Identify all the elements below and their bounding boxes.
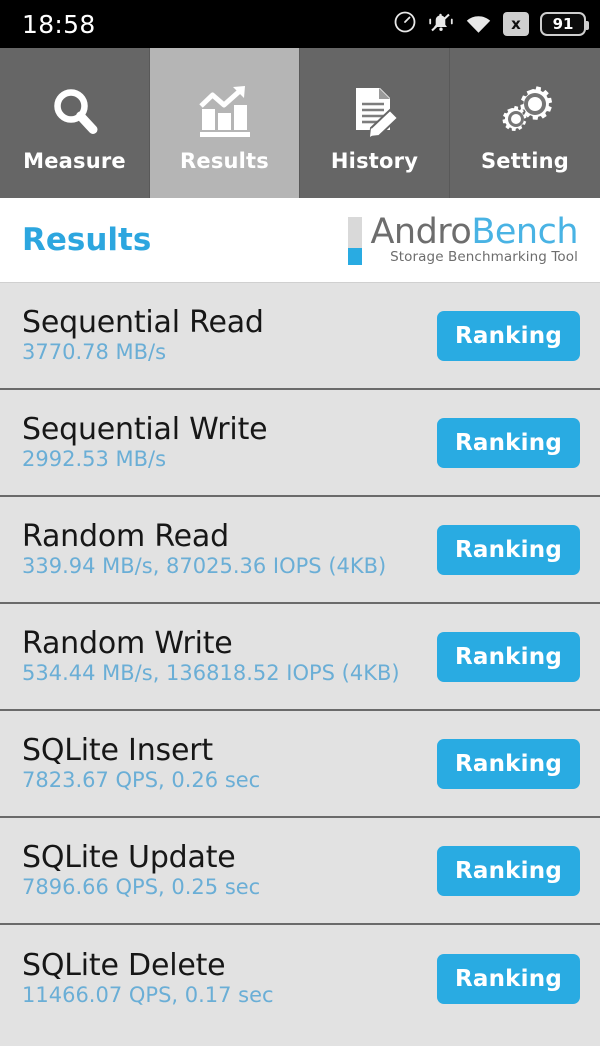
status-bar: 18:58 x 91 <box>0 0 600 48</box>
status-clock: 18:58 <box>22 9 96 39</box>
tab-history[interactable]: History <box>300 48 450 198</box>
result-text-group: SQLite Insert 7823.67 QPS, 0.26 sec <box>22 735 437 793</box>
result-value: 3770.78 MB/s <box>22 340 167 365</box>
ranking-button[interactable]: Ranking <box>436 310 580 361</box>
result-value: 11466.07 QPS, 0.17 sec <box>22 983 274 1008</box>
result-text-group: Sequential Write 2992.53 MB/s <box>22 414 437 472</box>
table-row[interactable]: Random Write 534.44 MB/s, 136818.52 IOPS… <box>0 604 600 711</box>
result-title: SQLite Insert <box>22 732 213 768</box>
result-title: SQLite Delete <box>22 947 226 983</box>
tab-setting-label: Setting <box>480 149 570 173</box>
tab-setting[interactable]: Setting <box>450 48 600 198</box>
result-text-group: SQLite Delete 11466.07 QPS, 0.17 sec <box>22 950 437 1008</box>
tab-results-label: Results <box>180 149 269 173</box>
result-text-group: Sequential Read 3770.78 MB/s <box>22 307 437 365</box>
page-header: Results AndroBench Storage Benchmarking … <box>0 198 600 283</box>
table-row[interactable]: Sequential Write 2992.53 MB/s Ranking <box>0 390 600 497</box>
result-value: 2992.53 MB/s <box>22 447 167 472</box>
tab-bar: Measure Results History Setting <box>0 48 600 198</box>
x-badge-icon: x <box>503 12 529 36</box>
ranking-button[interactable]: Ranking <box>436 953 580 1004</box>
tab-results[interactable]: Results <box>150 48 300 198</box>
result-value: 339.94 MB/s, 87025.36 IOPS (4KB) <box>22 554 387 579</box>
bar-chart-trend-icon <box>195 79 255 143</box>
magnifier-icon <box>46 79 104 143</box>
result-title: Random Write <box>22 625 233 661</box>
result-text-group: Random Write 534.44 MB/s, 136818.52 IOPS… <box>22 628 437 686</box>
table-row[interactable]: Random Read 339.94 MB/s, 87025.36 IOPS (… <box>0 497 600 604</box>
bell-muted-icon <box>428 10 454 38</box>
result-value: 7896.66 QPS, 0.25 sec <box>22 875 261 900</box>
ranking-button[interactable]: Ranking <box>436 631 580 682</box>
ranking-button[interactable]: Ranking <box>436 417 580 468</box>
ranking-button[interactable]: Ranking <box>436 845 580 896</box>
table-row[interactable]: SQLite Insert 7823.67 QPS, 0.26 sec Rank… <box>0 711 600 818</box>
table-row[interactable]: SQLite Update 7896.66 QPS, 0.25 sec Rank… <box>0 818 600 925</box>
battery-icon: 91 <box>540 12 589 36</box>
status-icon-group: x 91 <box>393 10 589 38</box>
androbench-logo: AndroBench Storage Benchmarking Tool <box>348 211 578 266</box>
logo-bar-icon <box>348 216 363 265</box>
document-pencil-icon <box>346 79 404 143</box>
speedometer-icon <box>393 10 417 38</box>
result-title: Sequential Read <box>22 304 264 340</box>
result-title: Random Read <box>22 518 229 554</box>
ranking-button[interactable]: Ranking <box>436 738 580 789</box>
table-row[interactable]: Sequential Read 3770.78 MB/s Ranking <box>0 283 600 390</box>
ranking-button[interactable]: Ranking <box>436 524 580 575</box>
tab-measure-label: Measure <box>23 149 126 173</box>
result-text-group: Random Read 339.94 MB/s, 87025.36 IOPS (… <box>22 521 437 579</box>
logo-primary-text: Andro <box>370 211 472 252</box>
tab-history-label: History <box>330 149 419 173</box>
table-row[interactable]: SQLite Delete 11466.07 QPS, 0.17 sec Ran… <box>0 925 600 1032</box>
logo-tagline: Storage Benchmarking Tool <box>390 249 578 266</box>
results-list: Sequential Read 3770.78 MB/s Ranking Seq… <box>0 283 600 1032</box>
result-value: 7823.67 QPS, 0.26 sec <box>22 768 261 793</box>
tab-measure[interactable]: Measure <box>0 48 150 198</box>
logo-wordmark: AndroBench <box>370 211 578 252</box>
page-title: Results <box>22 222 152 258</box>
logo-secondary-text: Bench <box>471 211 578 252</box>
result-text-group: SQLite Update 7896.66 QPS, 0.25 sec <box>22 842 437 900</box>
logo-text: AndroBench Storage Benchmarking Tool <box>370 211 578 266</box>
battery-level: 91 <box>552 14 574 33</box>
result-value: 534.44 MB/s, 136818.52 IOPS (4KB) <box>22 661 400 686</box>
gears-icon <box>495 79 555 143</box>
wifi-icon <box>465 11 492 37</box>
result-title: Sequential Write <box>22 411 268 447</box>
result-title: SQLite Update <box>22 839 236 875</box>
